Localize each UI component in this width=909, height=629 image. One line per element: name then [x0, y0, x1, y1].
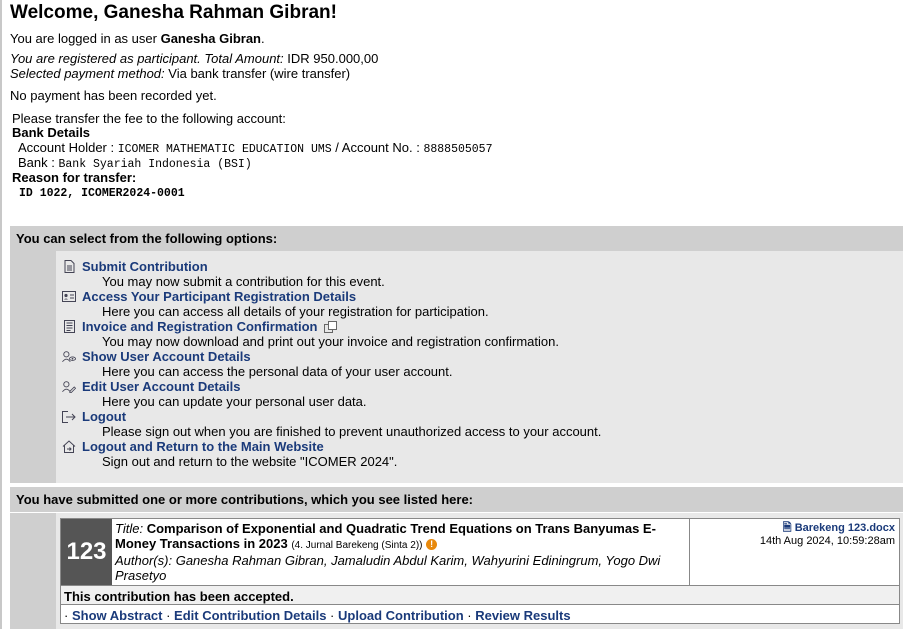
- contribution-actions: · Show Abstract · Edit Contribution Deta…: [64, 608, 571, 623]
- new-window-icon[interactable]: [323, 320, 337, 334]
- home-logout-icon: [62, 440, 76, 454]
- payment-status: No payment has been recorded yet.: [10, 88, 217, 103]
- contribution-title: Title: Comparison of Exponential and Qua…: [115, 521, 656, 551]
- transfer-reason-value: ID 1022, ICOMER2024-0001: [19, 187, 185, 200]
- id-card-icon: [62, 290, 76, 304]
- bank-intro: Please transfer the fee to the following…: [12, 111, 286, 126]
- option-logout-return: Logout and Return to the Main Website Si…: [62, 439, 397, 469]
- warning-icon[interactable]: !: [426, 539, 438, 550]
- contribution-authors: Author(s): Ganesha Rahman Gibran, Jamalu…: [115, 553, 661, 583]
- option-logout: Logout Please sign out when you are fini…: [62, 409, 601, 439]
- options-header: You can select from the following option…: [10, 226, 903, 251]
- option-show-account: Show User Account Details Here you can a…: [62, 349, 452, 379]
- page-title: Welcome, Ganesha Rahman Gibran!: [10, 2, 337, 23]
- logout-return-link[interactable]: Logout and Return to the Main Website: [62, 439, 397, 454]
- option-submit-contribution: Submit Contribution You may now submit a…: [62, 259, 385, 289]
- contributions-panel: 123 Title: Comparison of Exponential and…: [10, 513, 903, 629]
- options-panel: Submit Contribution You may now submit a…: [10, 251, 903, 483]
- contribution-status: This contribution has been accepted.: [61, 585, 899, 605]
- upload-contribution-link[interactable]: Upload Contribution: [338, 608, 464, 623]
- contribution-number: 123: [61, 519, 112, 585]
- user-view-icon: [62, 350, 76, 364]
- registration-details-link[interactable]: Access Your Participant Registration Det…: [62, 289, 489, 304]
- edit-contribution-link[interactable]: Edit Contribution Details: [174, 608, 326, 623]
- contribution-info: Title: Comparison of Exponential and Qua…: [115, 521, 685, 583]
- file-icon: 🗎: [782, 522, 792, 534]
- review-results-link[interactable]: Review Results: [475, 608, 570, 623]
- file-date: 14th Aug 2024, 10:59:28am: [759, 535, 895, 547]
- contribution-track: (4. Jurnal Barekeng (Sinta 2)): [291, 540, 423, 551]
- option-registration-details: Access Your Participant Registration Det…: [62, 289, 489, 319]
- invoice-icon: [62, 320, 76, 334]
- file-link[interactable]: 🗎 Barekeng 123.docx: [690, 522, 895, 535]
- show-account-link[interactable]: Show User Account Details: [62, 349, 452, 364]
- contribution-card: 123 Title: Comparison of Exponential and…: [60, 518, 900, 624]
- bank-details-label: Bank Details: [12, 125, 91, 140]
- contribution-file: 🗎 Barekeng 123.docx 14th Aug 2024, 10:59…: [689, 519, 899, 585]
- option-invoice: Invoice and Registration Confirmation Yo…: [62, 319, 559, 349]
- option-edit-account: Edit User Account Details Here you can u…: [62, 379, 367, 409]
- invoice-link[interactable]: Invoice and Registration Confirmation: [62, 319, 559, 334]
- document-icon: [62, 260, 76, 274]
- login-status: You are logged in as user Ganesha Gibran…: [10, 31, 265, 46]
- logout-link[interactable]: Logout: [62, 409, 601, 424]
- edit-account-link[interactable]: Edit User Account Details: [62, 379, 367, 394]
- registration-status: You are registered as participant. Total…: [10, 51, 379, 66]
- account-number-value: 8888505057: [423, 143, 493, 156]
- username: Ganesha Gibran: [160, 31, 261, 46]
- contributions-header: You have submitted one or more contribut…: [10, 487, 903, 512]
- payment-method: Selected payment method: Via bank transf…: [10, 66, 351, 81]
- logout-icon: [62, 410, 76, 424]
- contributions-gutter: [10, 513, 56, 629]
- show-abstract-link[interactable]: Show Abstract: [72, 608, 163, 623]
- submit-contribution-link[interactable]: Submit Contribution: [62, 259, 385, 274]
- options-gutter: [10, 251, 56, 483]
- transfer-reason-label: Reason for transfer:: [12, 170, 137, 185]
- left-frame-border: [0, 0, 2, 629]
- user-edit-icon: [62, 380, 76, 394]
- total-amount: IDR 950.000,00: [287, 51, 379, 66]
